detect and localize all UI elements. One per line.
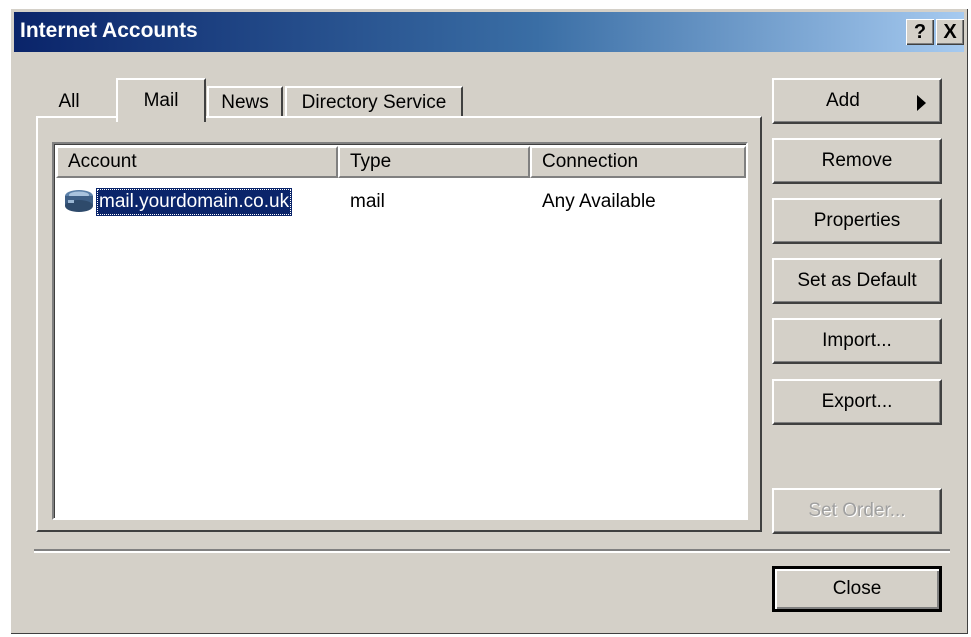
- window-title: Internet Accounts: [20, 19, 198, 42]
- account-type: mail: [350, 191, 385, 212]
- account-connection: Any Available: [542, 191, 656, 212]
- add-button-label: Add: [826, 90, 860, 111]
- separator: [34, 549, 950, 553]
- table-row[interactable]: mail.yourdomain.co.uk mail Any Available: [60, 186, 740, 218]
- close-button[interactable]: Close: [772, 566, 942, 612]
- column-header-connection[interactable]: Connection: [530, 146, 746, 178]
- tab-mail[interactable]: Mail: [116, 78, 206, 122]
- help-icon: ?: [913, 20, 927, 43]
- set-order-button[interactable]: Set Order...: [772, 488, 942, 534]
- tab-directory-service[interactable]: Directory Service: [285, 86, 463, 118]
- tab-news[interactable]: News: [207, 86, 283, 118]
- accounts-list[interactable]: Account Type Connection mail.yourdomain.…: [52, 142, 748, 520]
- add-button[interactable]: Add: [772, 78, 942, 124]
- column-header-account[interactable]: Account: [56, 146, 338, 178]
- tab-all[interactable]: All: [40, 86, 98, 118]
- close-window-button[interactable]: X: [936, 19, 964, 45]
- tab-panel: Account Type Connection mail.yourdomain.…: [36, 116, 762, 532]
- list-header: Account Type Connection: [56, 146, 746, 178]
- import-button[interactable]: Import...: [772, 318, 942, 364]
- set-as-default-button[interactable]: Set as Default: [772, 258, 942, 304]
- help-button[interactable]: ?: [906, 19, 934, 45]
- properties-button[interactable]: Properties: [772, 198, 942, 244]
- title-bar[interactable]: Internet Accounts ? X: [14, 12, 964, 52]
- export-button[interactable]: Export...: [772, 379, 942, 425]
- account-name: mail.yourdomain.co.uk: [96, 188, 293, 216]
- column-header-type[interactable]: Type: [338, 146, 530, 178]
- close-icon: X: [943, 20, 957, 43]
- mail-server-icon: [65, 190, 93, 212]
- remove-button[interactable]: Remove: [772, 138, 942, 184]
- internet-accounts-dialog: Internet Accounts ? X All Mail News Dire…: [10, 8, 968, 634]
- arrow-right-icon: [917, 95, 926, 111]
